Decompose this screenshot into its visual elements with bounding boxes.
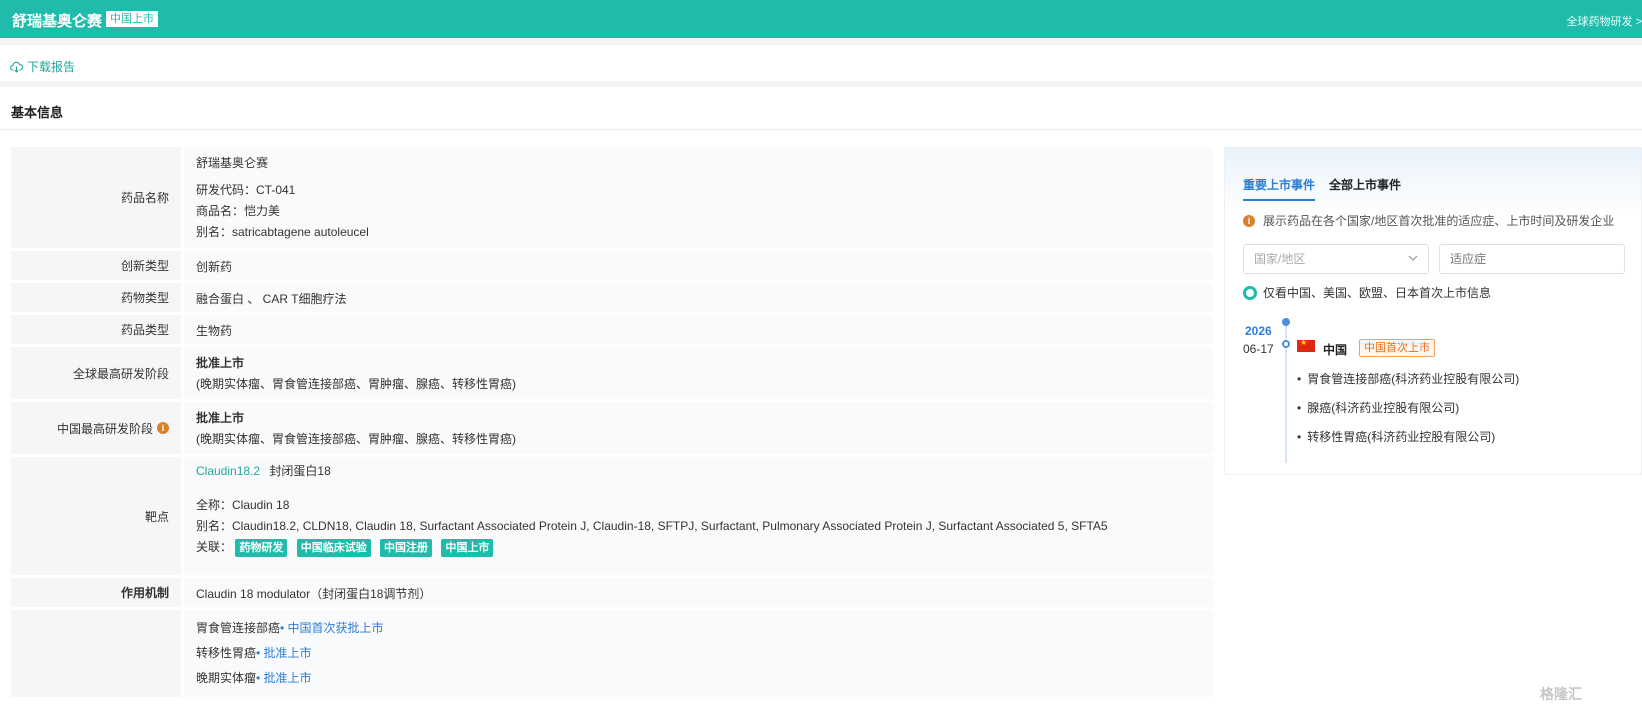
download-report-button[interactable]: 下载报告 <box>10 58 75 75</box>
row-indications: 胃食管连接部癌• 中国首次获批上市 转移性胃癌• 批准上市 晚期实体瘤• 批准上… <box>11 610 1213 700</box>
row-product-type: 药品类型 生物药 <box>11 315 1213 347</box>
indication-name: 胃食管连接部癌 <box>196 621 281 635</box>
divider <box>0 129 1642 130</box>
list-item: 转移性胃癌(科济药业控股有限公司) <box>1297 428 1519 457</box>
indication-status[interactable]: • 中国首次获批上市 <box>280 621 384 635</box>
label-china-stage: 中国最高研发阶段 i <box>11 402 181 454</box>
event-tabs: 重要上市事件 全部上市事件 <box>1243 176 1415 201</box>
row-innovation: 创新类型 创新药 <box>11 251 1213 283</box>
row-global-stage: 全球最高研发阶段 批准上市 (晚期实体瘤、胃食管连接部癌、胃肿瘤、腺癌、转移性胃… <box>11 347 1213 402</box>
major-markets-toggle[interactable]: 仅看中国、美国、欧盟、日本首次上市信息 <box>1243 284 1491 301</box>
toolbar: 下载报告 <box>0 45 1642 81</box>
global-stage-detail: (晚期实体瘤、胃食管连接部癌、胃肿瘤、腺癌、转移性胃癌) <box>196 377 516 391</box>
watermark: 格隆汇 <box>1540 686 1582 702</box>
drug-alias: 别名：satricabtagene autoleucel <box>196 225 369 239</box>
basic-info-table: 药品名称 舒瑞基奥仑赛 研发代码：CT-041 商品名：恺力美 别名：satri… <box>11 147 1213 700</box>
drug-type-value: 融合蛋白 、 CAR T细胞疗法 <box>184 283 1213 312</box>
event-country: 中国 <box>1323 343 1348 357</box>
product-type-value: 生物药 <box>184 315 1213 344</box>
first-launch-badge: 中国首次上市 <box>1359 339 1435 357</box>
tag-china-registration[interactable]: 中国注册 <box>380 539 433 557</box>
market-status-badge: 中国上市 <box>106 11 158 27</box>
target-alias: 别名：Claudin18.2, CLDN18, Claudin 18, Surf… <box>196 519 1108 533</box>
target-related: 关联： 药物研发 中国临床试验 中国注册 中国上市 <box>196 537 1201 558</box>
timeline-dot <box>1282 318 1290 326</box>
row-china-stage: 中国最高研发阶段 i 批准上市 (晚期实体瘤、胃食管连接部癌、胃肿瘤、腺癌、转移… <box>11 402 1213 457</box>
list-item: 腺癌(科济药业控股有限公司) <box>1297 399 1519 428</box>
global-rd-link[interactable]: 全球药物研发 > <box>1567 13 1642 29</box>
drug-title: 舒瑞基奥仑赛 <box>12 13 103 30</box>
spacer <box>0 38 1642 45</box>
description-text: 展示药品在各个国家/地区首次批准的适应症、上市时间及研发企业 <box>1263 214 1615 228</box>
row-target: 靶点 Claudin18.2 封闭蛋白18 全称：Claudin 18 别名：C… <box>11 457 1213 578</box>
indication-status[interactable]: • 批准上市 <box>256 646 312 660</box>
chevron-down-icon <box>1408 255 1418 261</box>
market-events-panel: 重要上市事件 全部上市事件 i 展示药品在各个国家/地区首次批准的适应症、上市时… <box>1224 147 1642 475</box>
china-stage-label-text: 中国最高研发阶段 <box>56 421 153 436</box>
indication-input[interactable] <box>1439 244 1625 274</box>
indication-item: 转移性胃癌• 批准上市 <box>196 641 1201 666</box>
row-drug-type: 药物类型 融合蛋白 、 CAR T细胞疗法 <box>11 283 1213 315</box>
download-label: 下载报告 <box>27 60 76 74</box>
event-list: 胃食管连接部癌(科济药业控股有限公司) 腺癌(科济药业控股有限公司) 转移性胃癌… <box>1297 370 1519 457</box>
label-product-type: 药品类型 <box>11 315 181 344</box>
section-title: 基本信息 <box>11 105 64 120</box>
tab-all-events[interactable]: 全部上市事件 <box>1329 176 1401 201</box>
row-drug-name: 药品名称 舒瑞基奥仑赛 研发代码：CT-041 商品名：恺力美 别名：satri… <box>11 147 1213 251</box>
tab-key-events[interactable]: 重要上市事件 <box>1243 176 1316 201</box>
tag-drug-rd[interactable]: 药物研发 <box>235 539 288 557</box>
indication-name: 转移性胃癌 <box>196 646 257 660</box>
list-item: 胃食管连接部癌(科济药业控股有限公司) <box>1297 370 1519 399</box>
timeline-year: 2026 <box>1245 324 1272 338</box>
country-select[interactable]: 国家/地区 <box>1243 244 1429 274</box>
indication-item: 胃食管连接部癌• 中国首次获批上市 <box>196 616 1201 641</box>
toggle-label: 仅看中国、美国、欧盟、日本首次上市信息 <box>1263 286 1492 300</box>
drug-main-name: 舒瑞基奥仑赛 <box>196 156 269 170</box>
label-drug-type: 药物类型 <box>11 283 181 312</box>
label-indications <box>11 610 181 697</box>
label-mechanism: 作用机制 <box>11 578 181 607</box>
china-flag-icon: ★ <box>1297 338 1315 352</box>
global-stage-value: 批准上市 <box>196 356 245 370</box>
drug-code: 研发代码：CT-041 <box>196 183 296 197</box>
top-header: 舒瑞基奥仑赛 中国上市 全球药物研发 > <box>0 0 1642 38</box>
timeline-date: 06-17 <box>1243 342 1274 356</box>
timeline-dot <box>1282 340 1290 348</box>
target-link[interactable]: Claudin18.2 <box>196 464 260 478</box>
indication-name: 晚期实体瘤 <box>196 671 257 685</box>
china-stage-detail: (晚期实体瘤、胃食管连接部癌、胃肿瘤、腺癌、转移性胃癌) <box>196 432 516 446</box>
mechanism-value: Claudin 18 modulator（封闭蛋白18调节剂） <box>184 578 1213 607</box>
related-label: 关联： <box>196 540 233 554</box>
label-innovation: 创新类型 <box>11 251 181 280</box>
cloud-download-icon <box>10 61 23 73</box>
innovation-value: 创新药 <box>184 251 1213 280</box>
indication-status[interactable]: • 批准上市 <box>256 671 312 685</box>
tag-china-trial[interactable]: 中国临床试验 <box>296 539 371 557</box>
radio-icon <box>1243 285 1257 300</box>
panel-description: i 展示药品在各个国家/地区首次批准的适应症、上市时间及研发企业 <box>1243 212 1614 229</box>
spacer <box>0 81 1642 87</box>
tag-china-market[interactable]: 中国上市 <box>441 539 494 557</box>
target-fullname: 全称：Claudin 18 <box>196 498 290 512</box>
label-global-stage: 全球最高研发阶段 <box>11 347 181 399</box>
label-target: 靶点 <box>11 457 181 575</box>
indication-item: 晚期实体瘤• 批准上市 <box>196 666 1201 691</box>
info-icon: i <box>1243 214 1255 227</box>
drug-brand: 商品名：恺力美 <box>196 204 281 218</box>
china-stage-value: 批准上市 <box>196 411 245 425</box>
country-placeholder: 国家/地区 <box>1254 252 1306 266</box>
target-cn-name: 封闭蛋白18 <box>269 464 331 478</box>
row-mechanism: 作用机制 Claudin 18 modulator（封闭蛋白18调节剂） <box>11 578 1213 610</box>
label-drug-name: 药品名称 <box>11 147 181 248</box>
info-icon[interactable]: i <box>157 422 169 434</box>
